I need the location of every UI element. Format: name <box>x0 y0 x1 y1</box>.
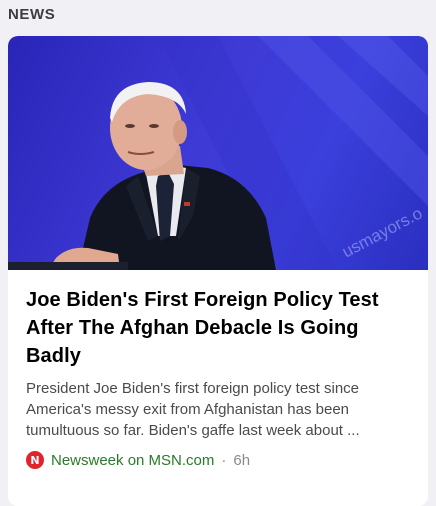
photo-illustration: usmayors.o <box>8 36 428 270</box>
article-source[interactable]: N Newsweek on MSN.com · 6h <box>26 451 410 469</box>
separator-dot: · <box>221 451 227 469</box>
backdrop-text: usmayors.o <box>339 204 426 262</box>
source-name[interactable]: Newsweek on MSN.com <box>51 452 214 469</box>
article-headline[interactable]: Joe Biden's First Foreign Policy Test Af… <box>26 286 410 370</box>
news-card[interactable]: usmayors.o Joe Biden's First Foreign Pol… <box>8 36 428 506</box>
publish-time: 6h <box>233 451 251 469</box>
article-summary: President Joe Biden's first foreign poli… <box>26 380 360 439</box>
article-image[interactable]: usmayors.o <box>8 36 428 270</box>
newsweek-logo-icon: N <box>26 451 44 469</box>
section-title: NEWS <box>8 6 56 23</box>
